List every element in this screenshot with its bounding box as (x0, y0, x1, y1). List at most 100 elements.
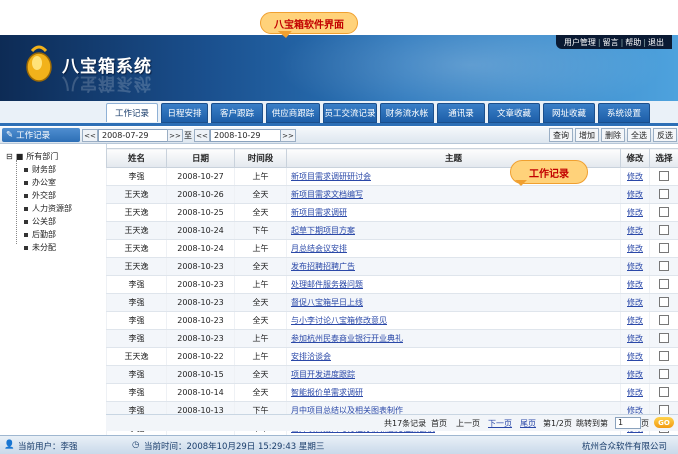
row-checkbox[interactable] (659, 297, 669, 307)
edit-link[interactable]: 修改 (621, 168, 650, 186)
cell-name: 王天逸 (107, 186, 167, 204)
select-cell (650, 294, 678, 312)
edit-link[interactable]: 修改 (621, 222, 650, 240)
row-checkbox[interactable] (659, 315, 669, 325)
date-from-next-button[interactable]: >> (167, 129, 183, 142)
status-bar: 👤 当前用户：李强 ◷ 当前时间：2008年10月29日 15:29:43 星期… (0, 435, 678, 454)
link-help[interactable]: 帮助 (625, 37, 641, 48)
cell-subject[interactable]: 督促八宝箱早日上线 (287, 294, 621, 312)
tree-item-hr[interactable]: 人力资源部 (24, 203, 72, 214)
delete-button[interactable]: 删除 (601, 128, 625, 142)
prev-page-link[interactable]: 上一页 (456, 418, 480, 429)
edit-link[interactable]: 修改 (621, 294, 650, 312)
cell-subject[interactable]: 智能报价单需求调研 (287, 384, 621, 402)
date-to-next-button[interactable]: >> (280, 129, 296, 142)
search-button[interactable]: 查询 (549, 128, 573, 142)
page-number-input[interactable]: 1 (615, 417, 641, 429)
edit-link[interactable]: 修改 (621, 204, 650, 222)
header-edit: 修改 (621, 149, 650, 168)
edit-link[interactable]: 修改 (621, 186, 650, 204)
link-user-management[interactable]: 用户管理 (564, 37, 596, 48)
tab-work-record[interactable]: 工作记录 (106, 103, 158, 122)
tree-item-label: 外交部 (32, 190, 56, 201)
select-cell (650, 258, 678, 276)
cell-subject[interactable]: 安排洽谈会 (287, 348, 621, 366)
pencil-icon: ✎ (6, 130, 13, 140)
cell-subject[interactable]: 起草下期项目方案 (287, 222, 621, 240)
add-button[interactable]: 增加 (575, 128, 599, 142)
edit-link[interactable]: 修改 (621, 366, 650, 384)
date-from-input[interactable]: 2008-07-29 (98, 129, 169, 142)
expand-icon[interactable]: ⊟ (6, 152, 13, 161)
cell-name: 李强 (107, 312, 167, 330)
cell-subject[interactable]: 发布招聘招聘广告 (287, 258, 621, 276)
tab-customer-tracking[interactable]: 客户跟踪 (211, 103, 263, 123)
edit-link[interactable]: 修改 (621, 384, 650, 402)
tree-root[interactable]: ⊟ ■ 所有部门 (6, 151, 58, 162)
row-checkbox[interactable] (659, 405, 669, 415)
cell-subject[interactable]: 与小李讨论八宝箱修改意见 (287, 312, 621, 330)
cell-period: 上午 (235, 168, 287, 186)
tree-item-office[interactable]: 办公室 (24, 177, 56, 188)
edit-link[interactable]: 修改 (621, 312, 650, 330)
tree-item-finance[interactable]: 财务部 (24, 164, 56, 175)
tree-line (16, 160, 18, 244)
last-page-link[interactable]: 尾页 (520, 418, 536, 429)
row-checkbox[interactable] (659, 261, 669, 271)
invert-selection-button[interactable]: 反选 (653, 128, 677, 142)
tab-system-settings[interactable]: 系统设置 (598, 103, 650, 123)
tab-staff-communication[interactable]: 员工交流记录 (323, 103, 377, 123)
cell-date: 2008-10-24 (167, 222, 235, 240)
row-checkbox[interactable] (659, 351, 669, 361)
cell-subject[interactable]: 参加杭州民泰商业银行开业典礼 (287, 330, 621, 348)
edit-link[interactable]: 修改 (621, 240, 650, 258)
cell-period: 上午 (235, 240, 287, 258)
tree-item-foreign-affairs[interactable]: 外交部 (24, 190, 56, 201)
row-checkbox[interactable] (659, 333, 669, 343)
annotation-interface-label: 八宝箱软件界面 (260, 12, 358, 34)
date-from-prev-button[interactable]: << (82, 129, 98, 142)
cell-date: 2008-10-25 (167, 204, 235, 222)
tab-url-favorites[interactable]: 网址收藏 (543, 103, 595, 123)
tree-item-unassigned[interactable]: 未分配 (24, 242, 56, 253)
tab-schedule[interactable]: 日程安排 (161, 103, 208, 123)
row-checkbox[interactable] (659, 207, 669, 217)
tree-item-pr[interactable]: 公关部 (24, 216, 56, 227)
cell-subject[interactable]: 月总结会议安排 (287, 240, 621, 258)
next-page-link[interactable]: 下一页 (488, 418, 512, 429)
row-checkbox[interactable] (659, 369, 669, 379)
cell-subject[interactable]: 新项目需求文档编写 (287, 186, 621, 204)
tab-finance-ledger[interactable]: 财务流水帐 (380, 103, 434, 123)
cell-subject[interactable]: 新项目需求调研 (287, 204, 621, 222)
cell-subject[interactable]: 处理邮件服务器问题 (287, 276, 621, 294)
table-row: 李强2008-10-23上午参加杭州民泰商业银行开业典礼修改 (107, 330, 678, 348)
cell-name: 王天逸 (107, 348, 167, 366)
row-checkbox[interactable] (659, 387, 669, 397)
cell-name: 李强 (107, 276, 167, 294)
edit-link[interactable]: 修改 (621, 348, 650, 366)
row-checkbox[interactable] (659, 189, 669, 199)
row-checkbox[interactable] (659, 279, 669, 289)
link-message[interactable]: 留言 (603, 37, 619, 48)
edit-link[interactable]: 修改 (621, 330, 650, 348)
tab-article-favorites[interactable]: 文章收藏 (488, 103, 540, 123)
app-title-reflection: 八宝箱系统 (62, 73, 152, 98)
date-to-input[interactable]: 2008-10-29 (210, 129, 281, 142)
edit-link[interactable]: 修改 (621, 276, 650, 294)
cell-subject[interactable]: 项目开发进度跟踪 (287, 366, 621, 384)
row-checkbox[interactable] (659, 171, 669, 181)
tab-address-book[interactable]: 通讯录 (437, 103, 485, 123)
department-tree: ⊟ ■ 所有部门 财务部 办公室 外交部 人力资源部 公关部 后勤部 未分配 (0, 144, 107, 431)
link-logout[interactable]: 退出 (648, 37, 664, 48)
tree-item-logistics[interactable]: 后勤部 (24, 229, 56, 240)
edit-link[interactable]: 修改 (621, 258, 650, 276)
date-to-prev-button[interactable]: << (194, 129, 210, 142)
select-all-button[interactable]: 全选 (627, 128, 651, 142)
row-checkbox[interactable] (659, 243, 669, 253)
row-checkbox[interactable] (659, 225, 669, 235)
select-cell (650, 348, 678, 366)
tab-supplier-tracking[interactable]: 供应商跟踪 (266, 103, 320, 123)
table-row: 王天逸2008-10-25全天新项目需求调研修改 (107, 204, 678, 222)
go-button[interactable]: GO (654, 417, 674, 428)
first-page-link[interactable]: 首页 (431, 418, 447, 429)
